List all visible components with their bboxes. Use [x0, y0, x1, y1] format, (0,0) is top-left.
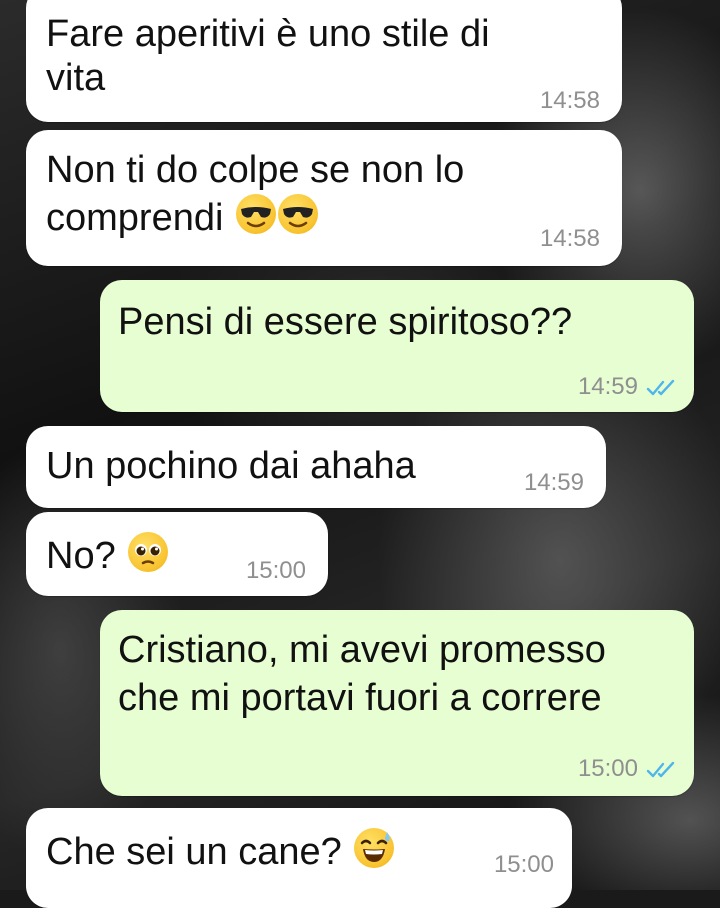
message-timestamp: 14:58	[539, 87, 600, 114]
message-text: Cristiano, mi avevi promesso	[118, 629, 606, 671]
message-text: Un pochino dai ahaha	[46, 445, 416, 487]
message-timestamp: 14:59	[577, 373, 638, 400]
message-text: Non ti do colpe se non lo	[46, 149, 465, 191]
message-text: che mi portavi fuori a correre	[118, 677, 602, 719]
message-text: No?	[46, 532, 169, 578]
message-bubble-incoming[interactable]: Che sei un cane? 15:00	[26, 808, 572, 908]
message-bubble-outgoing[interactable]: Pensi di essere spiritoso?? 14:59	[100, 280, 694, 412]
message-text-line: comprendi	[46, 197, 224, 239]
pleading-face-emoji-icon	[128, 532, 169, 572]
message-bubble-incoming[interactable]: No? 15:00	[26, 512, 328, 596]
message-timestamp: 15:00	[577, 755, 638, 782]
message-text: comprendi	[46, 194, 318, 240]
message-text: Fare aperitivi è uno stile di	[46, 13, 490, 55]
message-text: Pensi di essere spiritoso??	[118, 301, 573, 343]
sunglasses-emoji-icon	[235, 194, 276, 234]
message-timestamp: 15:00	[493, 851, 554, 878]
message-text-line: Che sei un cane?	[46, 831, 342, 873]
message-bubble-incoming[interactable]: Fare aperitivi è uno stile di vita 14:58	[26, 0, 622, 122]
message-text: Che sei un cane?	[46, 828, 395, 874]
message-text: vita	[46, 57, 106, 99]
message-timestamp: 15:00	[245, 557, 306, 584]
message-bubble-incoming[interactable]: Un pochino dai ahaha 14:59	[26, 426, 606, 508]
grinning-face-with-sweat-emoji-icon	[354, 828, 395, 868]
read-double-check-icon	[646, 761, 675, 778]
message-bubble-incoming[interactable]: Non ti do colpe se non lo comprendi 14:5…	[26, 130, 622, 266]
message-timestamp: 14:58	[539, 225, 600, 252]
message-timestamp: 14:59	[523, 469, 584, 496]
sunglasses-emoji-icon	[277, 194, 318, 234]
message-text-line: No?	[46, 535, 116, 577]
read-double-check-icon	[646, 379, 675, 396]
message-bubble-outgoing[interactable]: Cristiano, mi avevi promesso che mi port…	[100, 610, 694, 796]
